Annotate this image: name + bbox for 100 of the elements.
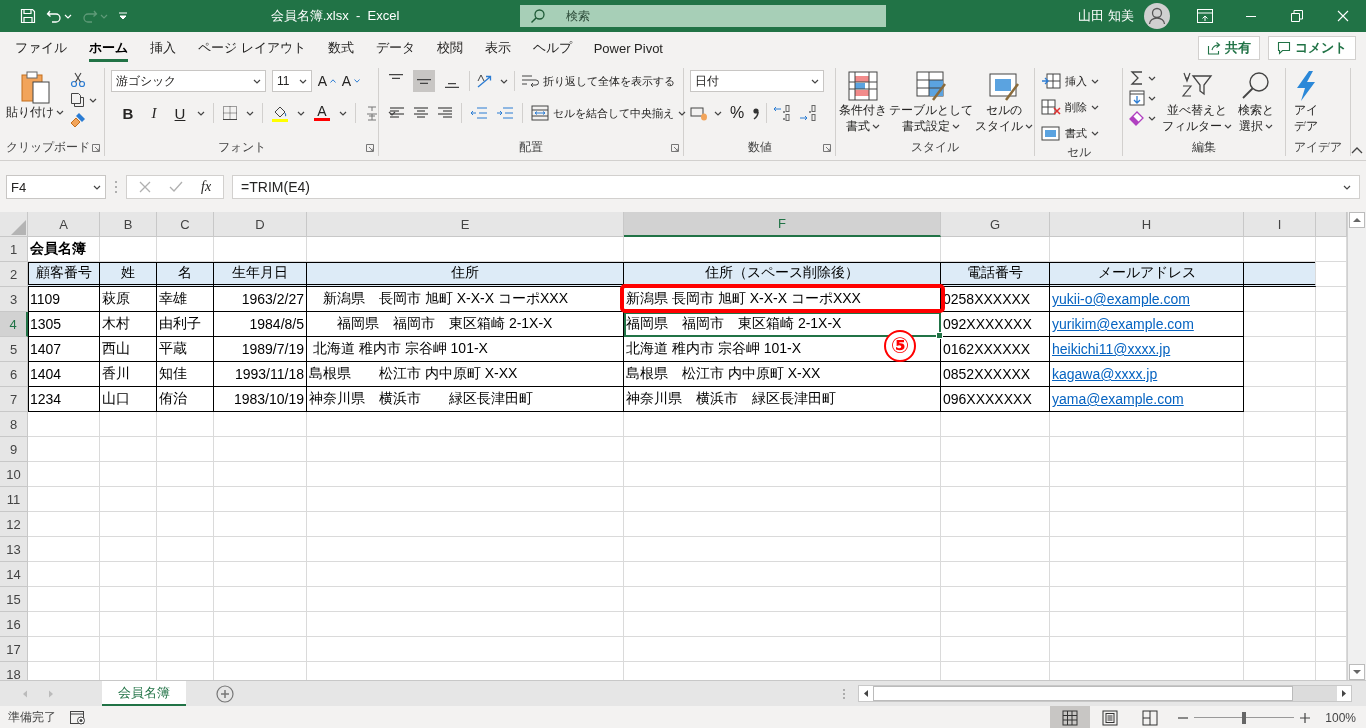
- caret-icon[interactable]: [872, 124, 880, 129]
- column-header[interactable]: F: [624, 212, 941, 237]
- row-header[interactable]: 10: [0, 462, 28, 487]
- shrink-font-button[interactable]: A: [342, 73, 360, 89]
- comma-style-icon[interactable]: [752, 106, 760, 120]
- orientation-icon[interactable]: [476, 73, 494, 89]
- name-box[interactable]: F4: [6, 175, 106, 199]
- column-header[interactable]: G: [941, 212, 1050, 237]
- caret-icon[interactable]: [246, 110, 254, 116]
- menu-tab[interactable]: 校閲: [425, 32, 474, 64]
- percent-button[interactable]: %: [728, 104, 746, 122]
- format-button[interactable]: 書式: [1041, 122, 1099, 144]
- borders-icon[interactable]: [222, 105, 238, 121]
- dialog-launcher-icon[interactable]: [92, 144, 100, 152]
- email-link[interactable]: yurikim@example.com: [1050, 312, 1244, 337]
- copy-icon[interactable]: [70, 92, 86, 108]
- menu-tab[interactable]: Power Pivot: [582, 32, 674, 64]
- autosum-icon[interactable]: [1129, 70, 1145, 86]
- caret-icon[interactable]: [811, 78, 819, 84]
- column-header[interactable]: E: [307, 212, 624, 237]
- caret-icon[interactable]: [197, 110, 205, 116]
- fill-down-icon[interactable]: [1129, 90, 1145, 106]
- avatar-icon[interactable]: [1144, 3, 1170, 29]
- column-header[interactable]: D: [214, 212, 307, 237]
- row-header[interactable]: 16: [0, 612, 28, 637]
- customize-icon[interactable]: [118, 12, 128, 20]
- zoom-slider-thumb[interactable]: [1242, 711, 1246, 724]
- scroll-down-icon[interactable]: [1349, 664, 1365, 680]
- email-link[interactable]: yukii-o@example.com: [1050, 287, 1244, 312]
- row-header[interactable]: 7: [0, 387, 28, 412]
- italic-button[interactable]: I: [145, 104, 163, 122]
- scrollbar-thumb[interactable]: [873, 686, 1293, 701]
- align-right-icon[interactable]: [437, 106, 453, 120]
- dialog-launcher-icon[interactable]: [366, 144, 374, 152]
- row-header[interactable]: 11: [0, 487, 28, 512]
- caret-icon[interactable]: [56, 110, 64, 115]
- caret-icon[interactable]: [500, 78, 508, 84]
- row-header[interactable]: 4: [0, 312, 28, 337]
- email-link[interactable]: kagawa@xxxx.jp: [1050, 362, 1244, 387]
- normal-view-button[interactable]: [1050, 706, 1090, 728]
- row-header[interactable]: 13: [0, 537, 28, 562]
- email-link[interactable]: yama@example.com: [1050, 387, 1244, 412]
- scroll-right-icon[interactable]: [1337, 686, 1351, 701]
- wrap-text-button[interactable]: 折り返して全体を表示する: [521, 73, 675, 89]
- collapse-ribbon-icon[interactable]: [1351, 146, 1363, 154]
- menu-tab[interactable]: ファイル: [4, 32, 78, 64]
- phonetic-guide-icon[interactable]: [364, 105, 380, 121]
- menu-tab[interactable]: データ: [364, 32, 426, 64]
- menu-tab[interactable]: 表示: [473, 32, 522, 64]
- middle-align-button[interactable]: [413, 70, 435, 92]
- row-header[interactable]: 15: [0, 587, 28, 612]
- caret-icon[interactable]: [952, 124, 960, 129]
- caret-icon[interactable]: [297, 110, 305, 116]
- column-header[interactable]: H: [1050, 212, 1244, 237]
- caret-icon[interactable]: [1148, 95, 1156, 101]
- caret-icon[interactable]: [1091, 104, 1099, 110]
- dialog-launcher-icon[interactable]: [671, 144, 679, 152]
- fill-color-icon[interactable]: [271, 104, 289, 122]
- comment-button[interactable]: コメント: [1268, 36, 1356, 60]
- font-name-dropdown[interactable]: 游ゴシック: [111, 70, 266, 92]
- scroll-up-icon[interactable]: [1349, 212, 1365, 228]
- caret-icon[interactable]: [714, 110, 722, 116]
- menu-tab[interactable]: 挿入: [139, 32, 187, 64]
- insert-button[interactable]: 挿入: [1041, 70, 1099, 92]
- paste-button[interactable]: 貼り付け: [6, 68, 64, 120]
- horizontal-scrollbar[interactable]: [858, 685, 1352, 702]
- delete-button[interactable]: 削除: [1041, 96, 1099, 118]
- column-header[interactable]: A: [28, 212, 100, 237]
- caret-icon[interactable]: [1148, 115, 1156, 121]
- format-as-table-button[interactable]: テーブルとして 書式設定: [889, 68, 973, 134]
- undo-icon[interactable]: [46, 8, 62, 24]
- align-left-icon[interactable]: [389, 106, 405, 120]
- row-header[interactable]: 2: [0, 262, 28, 287]
- menu-tab[interactable]: ヘルプ: [521, 32, 583, 64]
- eraser-icon[interactable]: [1129, 110, 1145, 126]
- caret-icon[interactable]: [339, 110, 347, 116]
- row-header[interactable]: 1: [0, 237, 28, 262]
- caret-icon[interactable]: [1343, 184, 1351, 190]
- row-header[interactable]: 17: [0, 637, 28, 662]
- column-header[interactable]: B: [100, 212, 157, 237]
- cell-styles-button[interactable]: セルの スタイル: [975, 68, 1033, 134]
- decrease-decimal-icon[interactable]: [799, 104, 819, 122]
- sheet-tab[interactable]: 会員名簿: [102, 681, 186, 706]
- ideas-button[interactable]: アイ デア: [1292, 68, 1320, 134]
- row-header[interactable]: 8: [0, 412, 28, 437]
- menu-tab[interactable]: ホーム: [78, 32, 139, 64]
- formula-field[interactable]: =TRIM(E4): [232, 175, 1360, 199]
- caret-icon[interactable]: [678, 110, 686, 116]
- cut-icon[interactable]: [70, 72, 86, 88]
- grow-font-button[interactable]: A: [318, 73, 336, 89]
- row-header[interactable]: 5: [0, 337, 28, 362]
- menu-tab[interactable]: ページ レイアウト: [187, 32, 317, 64]
- row-header[interactable]: 18: [0, 662, 28, 680]
- caret-icon[interactable]: [93, 184, 101, 190]
- dialog-launcher-icon[interactable]: [823, 144, 831, 152]
- align-center-icon[interactable]: [413, 106, 429, 120]
- column-header[interactable]: I: [1244, 212, 1316, 237]
- vertical-scrollbar[interactable]: [1347, 212, 1366, 680]
- find-select-button[interactable]: 検索と 選択: [1238, 68, 1274, 134]
- row-header[interactable]: 12: [0, 512, 28, 537]
